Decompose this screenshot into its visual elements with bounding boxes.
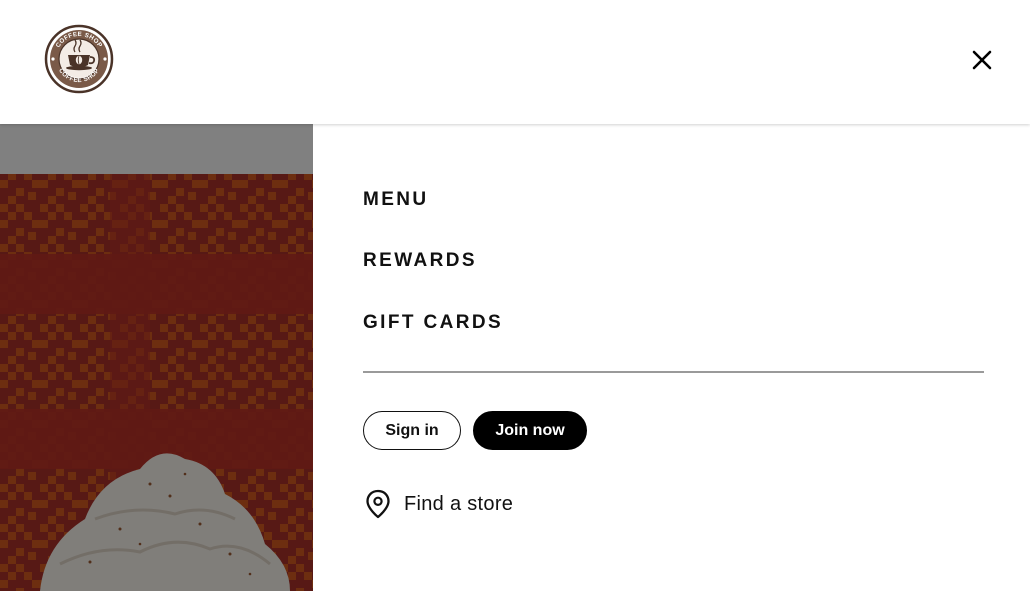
find-store-link[interactable]: Find a store xyxy=(365,489,513,519)
nav-divider xyxy=(363,371,984,373)
sign-in-button[interactable]: Sign in xyxy=(363,411,461,450)
join-now-button[interactable]: Join now xyxy=(473,411,587,450)
close-button[interactable] xyxy=(964,42,1000,78)
nav-item-menu[interactable]: MENU xyxy=(363,189,429,211)
logo-icon: COFFEE SHOP COFFEE SHOP xyxy=(44,24,114,94)
location-pin-icon xyxy=(366,489,390,519)
hero-image-overlay[interactable] xyxy=(0,124,313,591)
coffee-shop-logo[interactable]: COFFEE SHOP COFFEE SHOP xyxy=(44,24,114,94)
nav-panel: MENU REWARDS GIFT CARDS Sign in Join now… xyxy=(313,124,1030,591)
nav-item-rewards[interactable]: REWARDS xyxy=(363,250,477,272)
top-bar: COFFEE SHOP COFFEE SHOP xyxy=(0,0,1030,124)
close-icon xyxy=(972,50,992,70)
find-store-label: Find a store xyxy=(404,492,514,515)
backdrop-dim[interactable] xyxy=(0,124,313,591)
nav-item-gift-cards[interactable]: GIFT CARDS xyxy=(363,312,503,334)
